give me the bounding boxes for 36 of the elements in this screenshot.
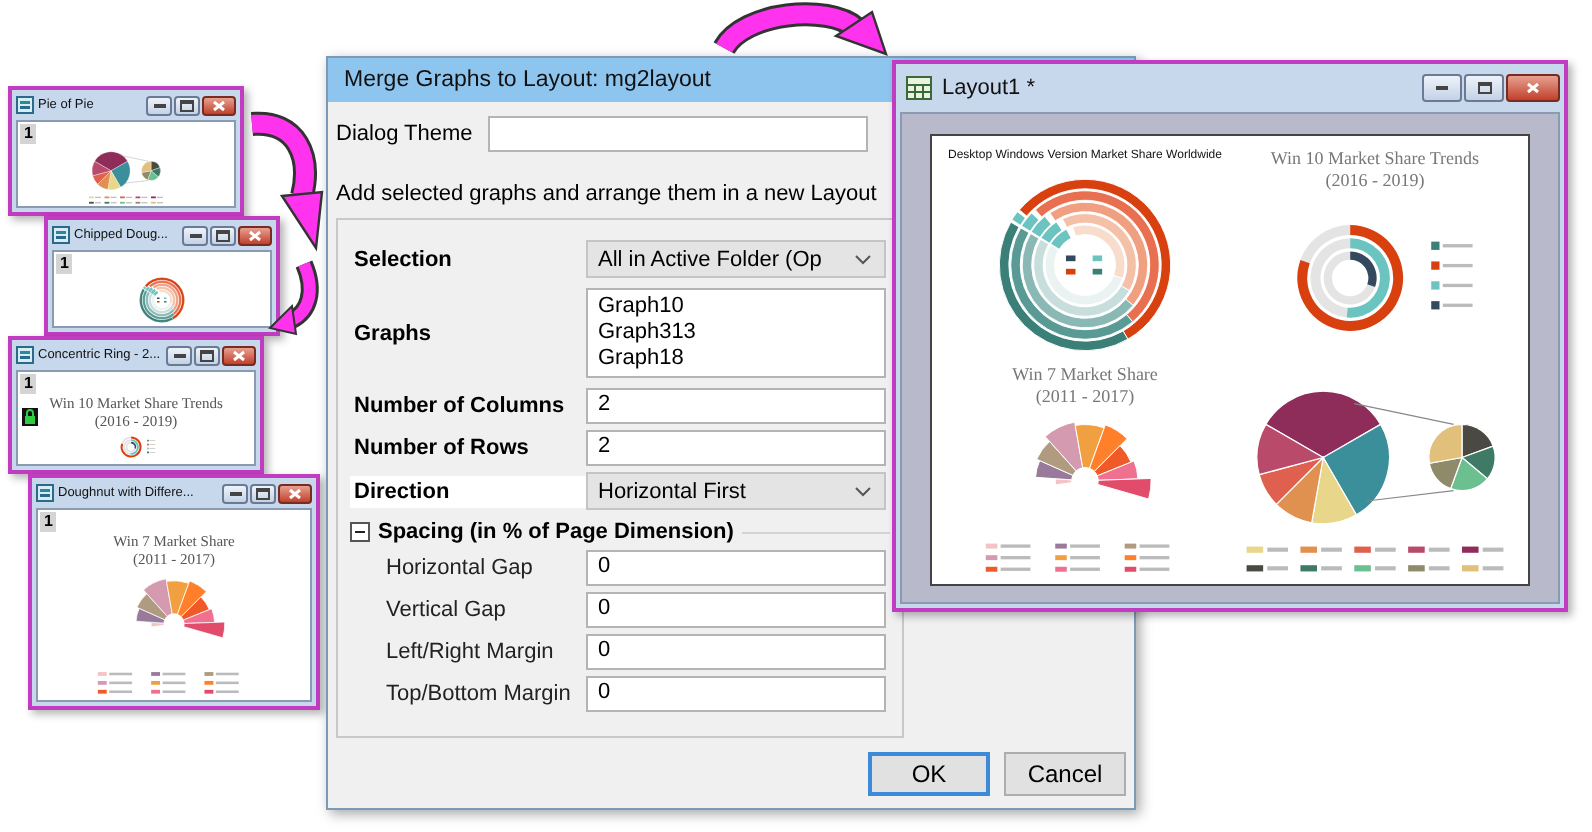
field-label: Number of Rows bbox=[352, 434, 531, 464]
graph-list[interactable]: Graph10 Graph313 Graph18 bbox=[586, 288, 886, 378]
chart-title: (2016 - 2019) bbox=[1325, 170, 1425, 192]
chart-title: Win 7 Market Share bbox=[1012, 364, 1158, 386]
field-label: Graphs bbox=[352, 319, 434, 349]
input-field[interactable]: 0 bbox=[586, 592, 886, 628]
field-label: Direction bbox=[350, 475, 586, 507]
input-field[interactable]: 2 bbox=[586, 388, 886, 424]
field-label: Vertical Gap bbox=[386, 598, 508, 622]
dropdown[interactable]: Horizontal First bbox=[586, 472, 886, 510]
chart-title: Win 10 Market Share Trends bbox=[1270, 148, 1480, 170]
dialog-title: Merge Graphs to Layout: mg2layout bbox=[344, 68, 711, 92]
theme-label: Dialog Theme bbox=[336, 122, 473, 146]
list-item[interactable]: Graph313 bbox=[598, 320, 874, 346]
list-item[interactable]: Graph18 bbox=[598, 346, 874, 372]
input-field[interactable]: 0 bbox=[586, 550, 886, 586]
field-label: Top/Bottom Margin bbox=[386, 682, 573, 706]
window-title: Layout1 * bbox=[942, 76, 1037, 100]
dropdown[interactable]: All in Active Folder (Op bbox=[586, 240, 886, 278]
field-label: Number of Columns bbox=[352, 392, 567, 422]
list-item[interactable]: Graph10 bbox=[598, 294, 874, 320]
page-number[interactable]: 1 bbox=[40, 512, 57, 532]
description-text: Add selected graphs and arrange them in a new Layout bbox=[336, 182, 879, 206]
field-label: Selection bbox=[352, 245, 454, 275]
page-number[interactable]: 1 bbox=[20, 374, 37, 394]
input-field[interactable]: 2 bbox=[586, 430, 886, 466]
field-label: Horizontal Gap bbox=[386, 556, 535, 580]
input-field[interactable]: 0 bbox=[586, 676, 886, 712]
dialog-button[interactable]: Cancel bbox=[1004, 752, 1126, 796]
page-number[interactable]: 1 bbox=[20, 124, 37, 144]
chart-title: (2011 - 2017) bbox=[1035, 386, 1135, 408]
input-field[interactable]: 0 bbox=[586, 634, 886, 670]
page-number[interactable]: 1 bbox=[56, 254, 73, 274]
dialog-button[interactable]: OK bbox=[868, 752, 990, 796]
section-title: Spacing (in % of Page Dimension) bbox=[378, 520, 734, 544]
field-label: Left/Right Margin bbox=[386, 640, 556, 664]
